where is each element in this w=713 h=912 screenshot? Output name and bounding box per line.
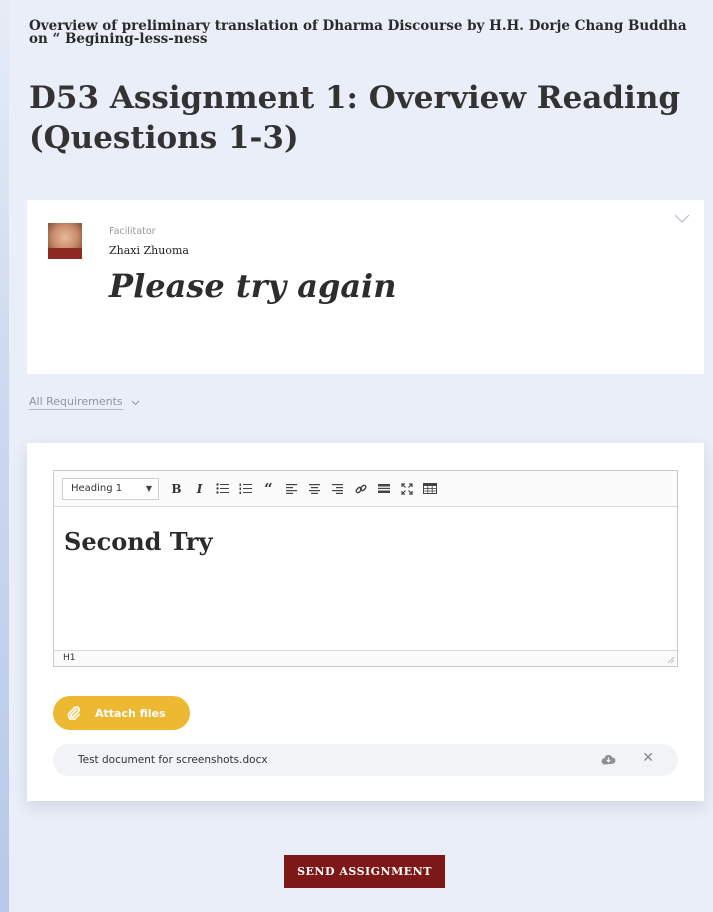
chevron-down-icon: [131, 400, 140, 405]
editor-content-area[interactable]: Second Try: [54, 507, 677, 650]
remove-file-icon[interactable]: ✕: [642, 750, 654, 766]
facilitator-name: Zhaxi Zhuoma: [109, 244, 189, 257]
attached-file-item: Test document for screenshots.docx ✕: [53, 744, 678, 776]
quote-icon[interactable]: “: [259, 478, 278, 500]
chevron-down-icon[interactable]: [674, 214, 690, 224]
page-title: D53 Assignment 1: Overview Reading (Ques…: [29, 80, 681, 156]
block-format-select[interactable]: Heading 1 ▼: [62, 477, 159, 500]
facilitator-role-label: Facilitator: [109, 226, 156, 237]
attach-files-label: Attach files: [95, 706, 166, 720]
editor-content-heading: Second Try: [64, 527, 213, 556]
align-right-icon[interactable]: [328, 478, 347, 500]
link-icon[interactable]: [351, 478, 370, 500]
editor-toolbar: Heading 1 ▼ B I “: [54, 471, 677, 507]
all-requirements-label: All Requirements: [29, 395, 123, 410]
horizontal-rule-icon[interactable]: [374, 478, 393, 500]
bullet-list-icon[interactable]: [213, 478, 232, 500]
paperclip-icon: [67, 706, 80, 720]
all-requirements-toggle[interactable]: All Requirements: [29, 395, 140, 410]
submission-card: Heading 1 ▼ B I “ Second Try H1 Attach f…: [27, 443, 704, 801]
attached-file-name: Test document for screenshots.docx: [78, 754, 268, 766]
table-icon[interactable]: [420, 478, 439, 500]
resize-handle-icon[interactable]: [667, 656, 675, 664]
feedback-card: Facilitator Zhaxi Zhuoma Please try agai…: [27, 200, 704, 374]
element-path: H1: [63, 653, 76, 663]
feedback-message: Please try again: [109, 267, 397, 305]
editor-statusbar: H1: [54, 650, 677, 666]
align-left-icon[interactable]: [282, 478, 301, 500]
fullscreen-icon[interactable]: [397, 478, 416, 500]
caret-down-icon: ▼: [145, 484, 152, 493]
italic-icon[interactable]: I: [190, 478, 209, 500]
left-edge-strip: [0, 0, 9, 912]
rich-text-editor: Heading 1 ▼ B I “ Second Try H1: [53, 470, 678, 667]
align-center-icon[interactable]: [305, 478, 324, 500]
send-assignment-button[interactable]: SEND ASSIGNMENT: [284, 855, 445, 888]
cloud-download-icon[interactable]: [601, 754, 616, 765]
block-format-value: Heading 1: [71, 483, 123, 494]
bold-icon[interactable]: B: [167, 478, 186, 500]
numbered-list-icon[interactable]: [236, 478, 255, 500]
course-title: Overview of preliminary translation of D…: [29, 18, 687, 47]
attach-files-button[interactable]: Attach files: [53, 696, 190, 730]
avatar: [48, 223, 82, 259]
